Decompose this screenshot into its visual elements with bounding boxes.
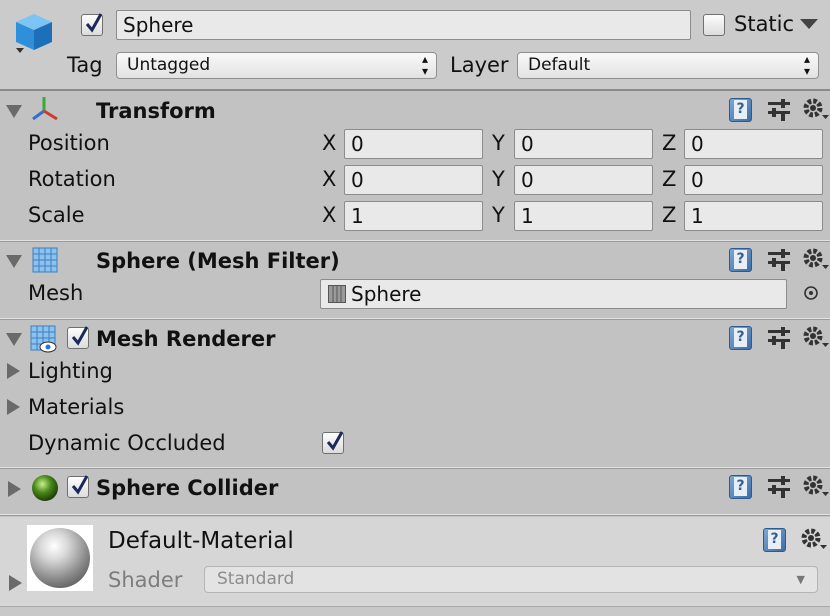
- help-book-icon[interactable]: [729, 475, 752, 499]
- mesh-renderer-enabled-checkbox[interactable]: [67, 326, 89, 349]
- position-z-label[interactable]: Z: [662, 131, 676, 155]
- gear-icon[interactable]: [802, 247, 830, 271]
- sphere-collider-icon: [32, 475, 58, 501]
- sphere-collider-header[interactable]: Sphere Collider: [0, 470, 830, 510]
- static-label: Static: [734, 12, 795, 36]
- dynamic-occluded-label: Dynamic Occluded: [28, 431, 226, 455]
- mesh-object-field[interactable]: Sphere: [320, 279, 787, 309]
- section-divider: [0, 467, 830, 469]
- scale-z-label[interactable]: Z: [662, 203, 676, 227]
- layer-value: Default: [528, 55, 591, 75]
- mesh-filter-header[interactable]: Sphere (Mesh Filter): [0, 243, 830, 283]
- gear-icon[interactable]: [800, 527, 828, 551]
- checkmark-icon: [85, 13, 103, 33]
- rotation-y-field[interactable]: 0: [514, 165, 653, 195]
- foldout-collapsed-icon[interactable]: [8, 481, 21, 497]
- help-book-icon[interactable]: [729, 248, 752, 272]
- mesh-label: Mesh: [28, 281, 84, 305]
- material-sphere-preview: [30, 528, 90, 588]
- position-x-label[interactable]: X: [322, 131, 336, 155]
- updown-arrows-icon: ▴ ▾: [803, 52, 810, 78]
- shader-value: Standard: [217, 569, 295, 589]
- material-name: Default-Material: [108, 528, 294, 554]
- material-preview-thumbnail[interactable]: [27, 525, 93, 591]
- mesh-grid-icon: [32, 247, 58, 273]
- shader-label: Shader: [108, 568, 183, 592]
- foldout-expanded-icon[interactable]: [6, 105, 22, 118]
- tag-dropdown[interactable]: Untagged ▴ ▾: [116, 52, 437, 79]
- gear-icon[interactable]: [802, 325, 830, 349]
- position-y-label[interactable]: Y: [492, 131, 505, 155]
- position-label: Position: [28, 131, 110, 155]
- mesh-renderer-title: Mesh Renderer: [96, 327, 276, 351]
- help-book-icon[interactable]: [729, 98, 752, 122]
- transform-axes-icon: [32, 97, 58, 121]
- preset-sliders-icon[interactable]: [767, 327, 791, 349]
- help-book-icon[interactable]: [729, 326, 752, 350]
- scale-z-field[interactable]: 1: [684, 201, 823, 231]
- preset-sliders-icon[interactable]: [767, 476, 791, 498]
- checkmark-icon: [326, 431, 344, 451]
- transform-title: Transform: [96, 99, 216, 123]
- rotation-x-label[interactable]: X: [322, 167, 336, 191]
- transform-header[interactable]: Transform: [0, 93, 830, 133]
- position-x-field[interactable]: 0: [344, 129, 483, 159]
- inspector-footer: [0, 606, 830, 616]
- shader-dropdown[interactable]: Standard ▼: [204, 566, 818, 593]
- rotation-y-label[interactable]: Y: [492, 167, 505, 191]
- gear-icon[interactable]: [802, 97, 830, 121]
- gameobject-cube-icon: [16, 14, 52, 53]
- foldout-expanded-icon[interactable]: [6, 255, 22, 268]
- gear-icon[interactable]: [802, 474, 830, 498]
- position-y-field[interactable]: 0: [514, 129, 653, 159]
- inspector-header: Sphere Static Tag Untagged ▴ ▾ Layer Defa…: [0, 0, 830, 91]
- mesh-value: Sphere: [351, 282, 422, 306]
- mesh-grid-icon: [328, 285, 346, 303]
- scale-y-field[interactable]: 1: [514, 201, 653, 231]
- sphere-collider-enabled-checkbox[interactable]: [67, 475, 89, 498]
- preset-sliders-icon[interactable]: [767, 249, 791, 271]
- section-divider: [0, 318, 830, 320]
- scale-x-label[interactable]: X: [322, 203, 336, 227]
- mesh-renderer-header[interactable]: Mesh Renderer: [0, 321, 830, 361]
- active-checkbox[interactable]: [81, 13, 103, 36]
- foldout-collapsed-icon[interactable]: [7, 363, 20, 379]
- layer-dropdown[interactable]: Default ▴ ▾: [517, 52, 819, 79]
- foldout-expanded-icon[interactable]: [6, 333, 22, 346]
- updown-arrows-icon: ▴ ▾: [421, 52, 428, 78]
- scale-label: Scale: [28, 203, 85, 227]
- rotation-x-field[interactable]: 0: [344, 165, 483, 195]
- static-checkbox[interactable]: [703, 14, 725, 36]
- foldout-collapsed-icon[interactable]: [9, 575, 22, 591]
- chevron-down-icon: ▼: [796, 573, 805, 586]
- rotation-z-field[interactable]: 0: [684, 165, 823, 195]
- materials-foldout[interactable]: Materials: [28, 395, 124, 419]
- checkmark-icon: [71, 326, 89, 346]
- object-picker-icon[interactable]: [803, 285, 819, 301]
- static-dropdown-arrow-icon[interactable]: [799, 18, 819, 30]
- tag-label: Tag: [67, 53, 103, 77]
- mesh-filter-title: Sphere (Mesh Filter): [96, 249, 340, 273]
- section-divider: [0, 514, 830, 516]
- layer-label: Layer: [450, 53, 509, 77]
- scale-x-field[interactable]: 1: [344, 201, 483, 231]
- dynamic-occluded-checkbox[interactable]: [322, 431, 344, 454]
- rotation-label: Rotation: [28, 167, 116, 191]
- scale-y-label[interactable]: Y: [492, 203, 505, 227]
- foldout-collapsed-icon[interactable]: [7, 399, 20, 415]
- lighting-foldout[interactable]: Lighting: [28, 359, 113, 383]
- mesh-renderer-icon: [30, 325, 57, 353]
- help-book-icon[interactable]: [763, 528, 786, 552]
- rotation-z-label[interactable]: Z: [662, 167, 676, 191]
- object-name-field[interactable]: Sphere: [116, 10, 691, 40]
- preset-sliders-icon[interactable]: [767, 99, 791, 121]
- tag-value: Untagged: [127, 55, 211, 75]
- section-divider: [0, 240, 830, 242]
- checkmark-icon: [71, 475, 89, 495]
- position-z-field[interactable]: 0: [684, 129, 823, 159]
- sphere-collider-title: Sphere Collider: [96, 476, 279, 500]
